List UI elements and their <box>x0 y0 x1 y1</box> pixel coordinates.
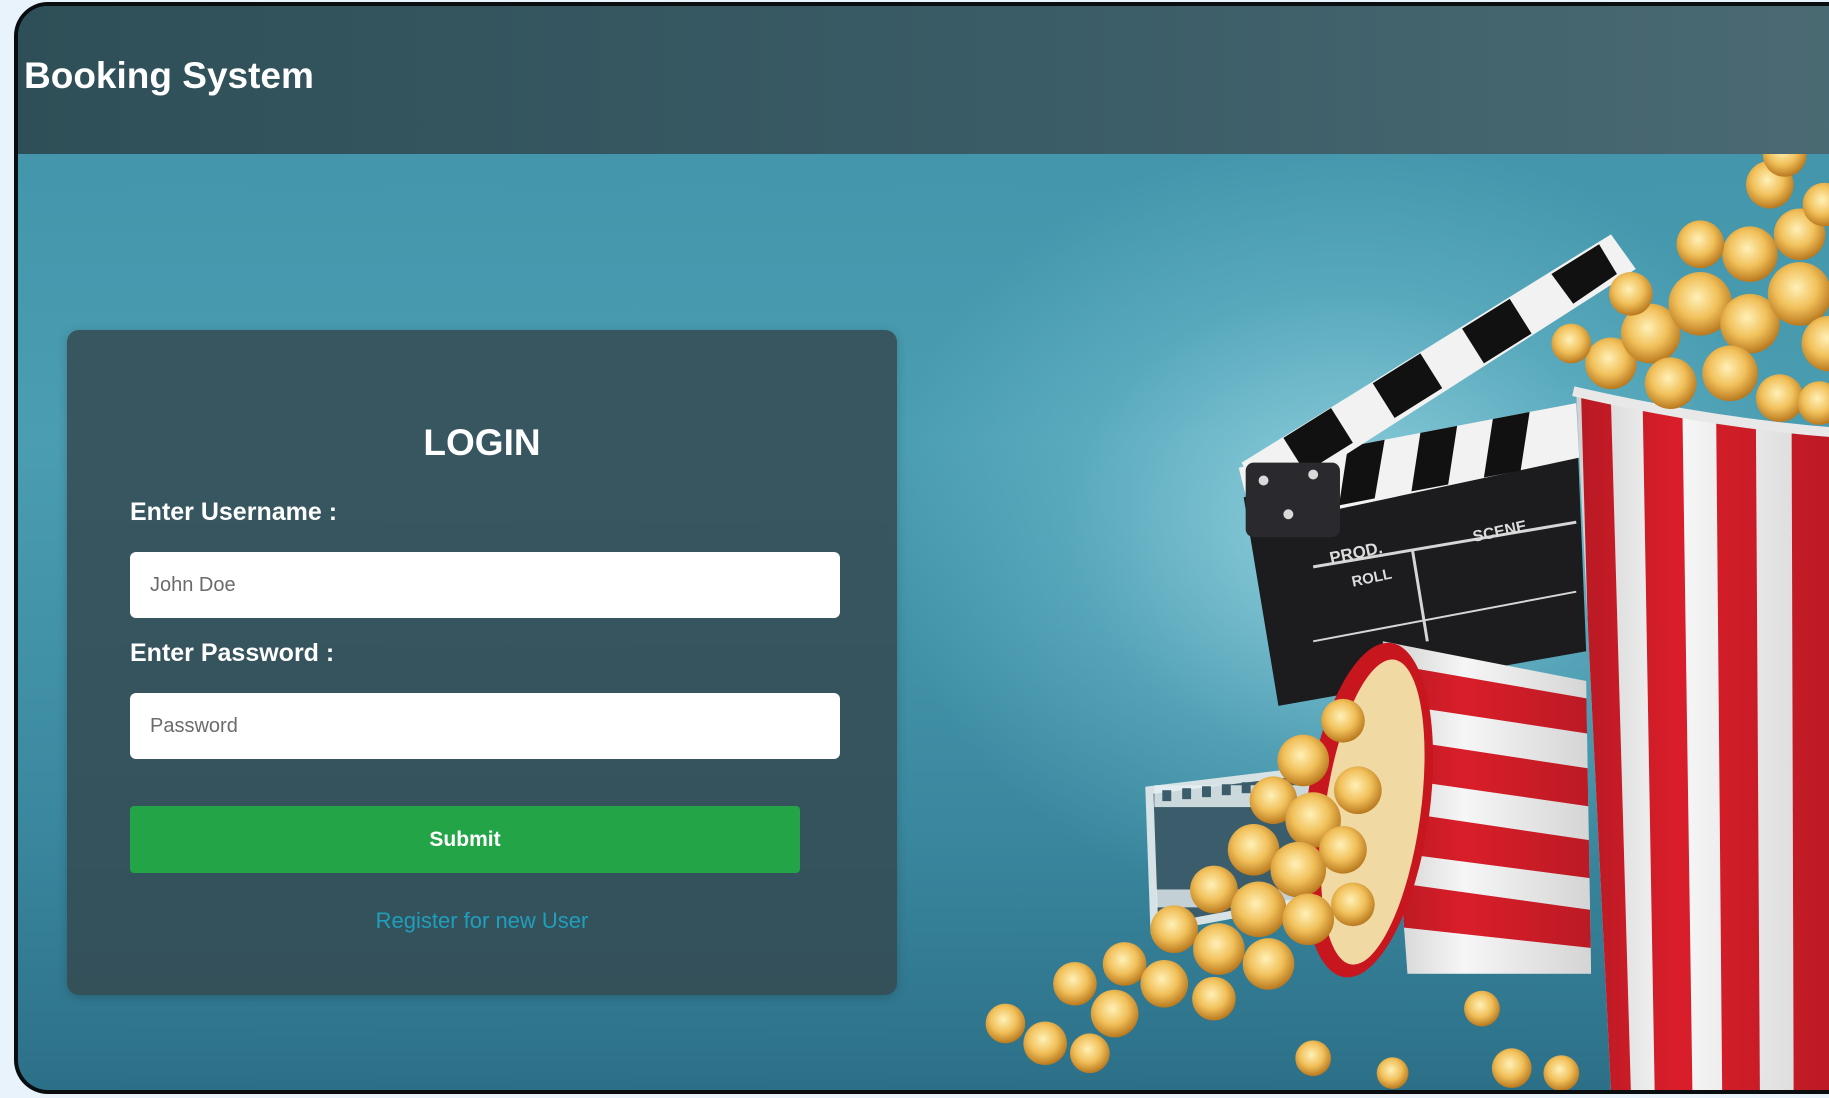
login-card: LOGIN Enter Username : Enter Password : … <box>67 330 897 995</box>
register-link[interactable]: Register for new User <box>67 910 897 932</box>
app-title: Booking System <box>24 55 314 96</box>
username-label: Enter Username : <box>130 498 338 526</box>
popcorn-bucket-icon <box>1572 386 1829 1090</box>
password-label: Enter Password : <box>130 639 335 667</box>
password-input[interactable] <box>130 693 840 759</box>
login-heading: LOGIN <box>423 422 541 463</box>
top-header-bar: Booking System <box>18 6 1829 154</box>
username-input[interactable] <box>130 552 840 618</box>
submit-button[interactable]: Submit <box>130 806 800 873</box>
app-window: PROD. ROLL SCENE Booking System LOGIN En… <box>14 2 1829 1094</box>
clapperboard-icon: PROD. ROLL SCENE <box>1238 234 1636 706</box>
